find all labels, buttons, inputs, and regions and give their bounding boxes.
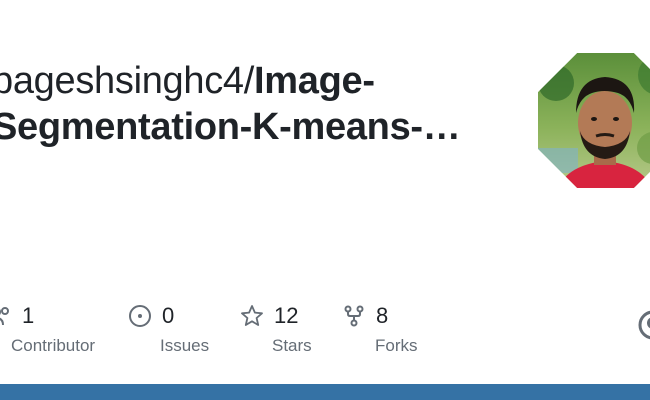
avatar[interactable]	[538, 53, 650, 188]
stars-label: Stars	[272, 336, 312, 355]
repo-stats: 1 Contributor 0 Issues 12 Stars 8 Forks	[0, 302, 650, 362]
contributors-label: Contributor	[11, 336, 96, 355]
issue-opened-icon	[128, 304, 152, 328]
repo-title[interactable]: pageshsinghc4/Image- Segmentation-K-mean…	[0, 58, 512, 150]
repo-name[interactable]: Image-	[254, 60, 375, 102]
stat-forks[interactable]: 8 Forks	[342, 302, 418, 356]
github-logo-icon	[638, 310, 650, 340]
stars-count: 12	[274, 303, 299, 328]
stat-stars[interactable]: 12 Stars	[240, 302, 312, 356]
stat-issues[interactable]: 0 Issues	[128, 302, 209, 356]
stat-contributors[interactable]: 1 Contributor	[0, 302, 95, 356]
repo-name-continued[interactable]: Segmentation-K-means-…	[0, 104, 512, 150]
repo-owner[interactable]: pageshsinghc4/	[0, 60, 254, 102]
repo-forked-icon	[342, 304, 366, 328]
issues-label: Issues	[160, 336, 210, 355]
repo-social-card: pageshsinghc4/Image- Segmentation-K-mean…	[0, 0, 650, 400]
contributors-count: 1	[22, 303, 35, 328]
forks-count: 8	[376, 303, 389, 328]
language-color-bar	[0, 384, 650, 400]
avatar-photo	[538, 53, 650, 188]
issues-count: 0	[162, 303, 175, 328]
star-icon	[240, 304, 264, 328]
people-icon	[0, 304, 12, 328]
forks-label: Forks	[375, 336, 418, 355]
